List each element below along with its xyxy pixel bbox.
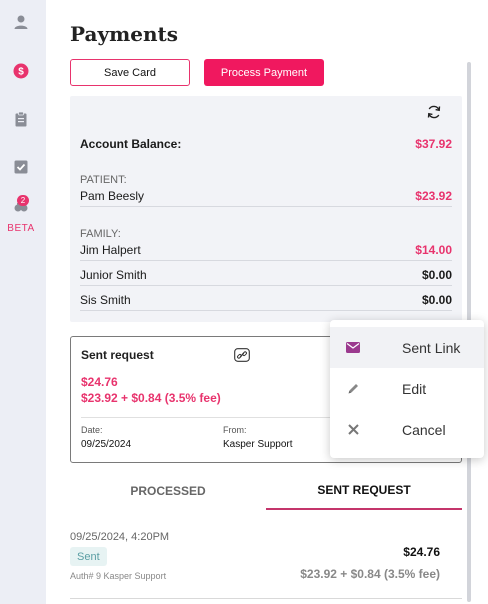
divider: [80, 285, 452, 286]
date-label: Date:: [81, 425, 103, 435]
patient-name: Pam Beesly: [80, 189, 145, 203]
sidebar-rail: $ 2 BETA: [0, 0, 46, 604]
beta-label: BETA: [7, 223, 35, 234]
request-context-menu: Sent Link Edit Cancel: [330, 320, 484, 458]
divider: [80, 206, 452, 207]
patient-value: $23.92: [415, 189, 452, 203]
page-title: Payments: [70, 22, 179, 46]
sent-request-title: Sent request: [81, 348, 154, 362]
menu-item-label: Cancel: [402, 421, 446, 438]
family-member-value: $0.00: [421, 268, 452, 282]
from-label: From:: [223, 425, 247, 435]
save-card-button[interactable]: Save Card: [70, 59, 190, 86]
divider: [80, 260, 452, 261]
balance-card: Account Balance: $37.92 PATIENT: Pam Bee…: [70, 96, 462, 322]
tab-sent-request[interactable]: SENT REQUEST: [266, 472, 462, 510]
status-badge: Sent: [70, 547, 107, 566]
account-balance-row: Account Balance: $37.92: [80, 134, 452, 154]
pencil-icon: [346, 382, 360, 396]
svg-text:$: $: [18, 67, 24, 78]
process-payment-button[interactable]: Process Payment: [204, 59, 324, 86]
request-amount: $24.76: [81, 375, 118, 389]
from-value: Kasper Support: [223, 439, 293, 450]
menu-item-cancel[interactable]: Cancel: [330, 409, 484, 450]
beta-badge: 2: [17, 195, 29, 206]
payments-panel: Payments Save Card Process Payment Accou…: [46, 0, 488, 604]
transaction-amount: $24.76: [403, 545, 440, 559]
refresh-icon[interactable]: [426, 104, 442, 120]
close-icon: [346, 423, 360, 437]
family-section-label: FAMILY:: [80, 228, 121, 240]
menu-item-edit[interactable]: Edit: [330, 368, 484, 409]
dollar-icon[interactable]: $: [11, 61, 31, 81]
account-balance-value: $37.92: [415, 137, 452, 151]
family-row: Junior Smith $0.00: [80, 265, 452, 285]
request-tabs: PROCESSED SENT REQUEST: [70, 472, 462, 512]
family-member-name: Sis Smith: [80, 293, 131, 307]
transaction-breakdown: $23.92 + $0.84 (3.5% fee): [300, 567, 440, 581]
request-breakdown: $23.92 + $0.84 (3.5% fee): [81, 391, 221, 405]
person-icon[interactable]: [11, 12, 31, 32]
account-balance-label: Account Balance:: [80, 137, 182, 151]
menu-item-sent-link[interactable]: Sent Link: [330, 327, 484, 368]
family-row: Jim Halpert $14.00: [80, 240, 452, 260]
menu-item-label: Edit: [402, 380, 427, 397]
transaction-date: 09/25/2024, 4:20PM: [70, 531, 170, 543]
divider: [80, 310, 452, 311]
family-member-value: $14.00: [415, 243, 452, 257]
family-member-name: Jim Halpert: [80, 243, 141, 257]
transaction-auth: Auth# 9 Kasper Support: [70, 571, 167, 581]
checkbox-icon[interactable]: [11, 157, 31, 177]
clipboard-icon[interactable]: [11, 109, 31, 129]
menu-item-label: Sent Link: [402, 339, 461, 356]
patient-row: Pam Beesly $23.92: [80, 186, 452, 206]
family-member-name: Junior Smith: [80, 268, 147, 282]
tab-processed[interactable]: PROCESSED: [70, 472, 266, 510]
link-icon[interactable]: [234, 348, 250, 362]
divider: [70, 598, 462, 599]
family-member-value: $0.00: [421, 293, 452, 307]
date-value: 09/25/2024: [81, 439, 132, 450]
patient-section-label: PATIENT:: [80, 174, 127, 186]
envelope-icon: [346, 341, 360, 355]
family-row: Sis Smith $0.00: [80, 290, 452, 310]
